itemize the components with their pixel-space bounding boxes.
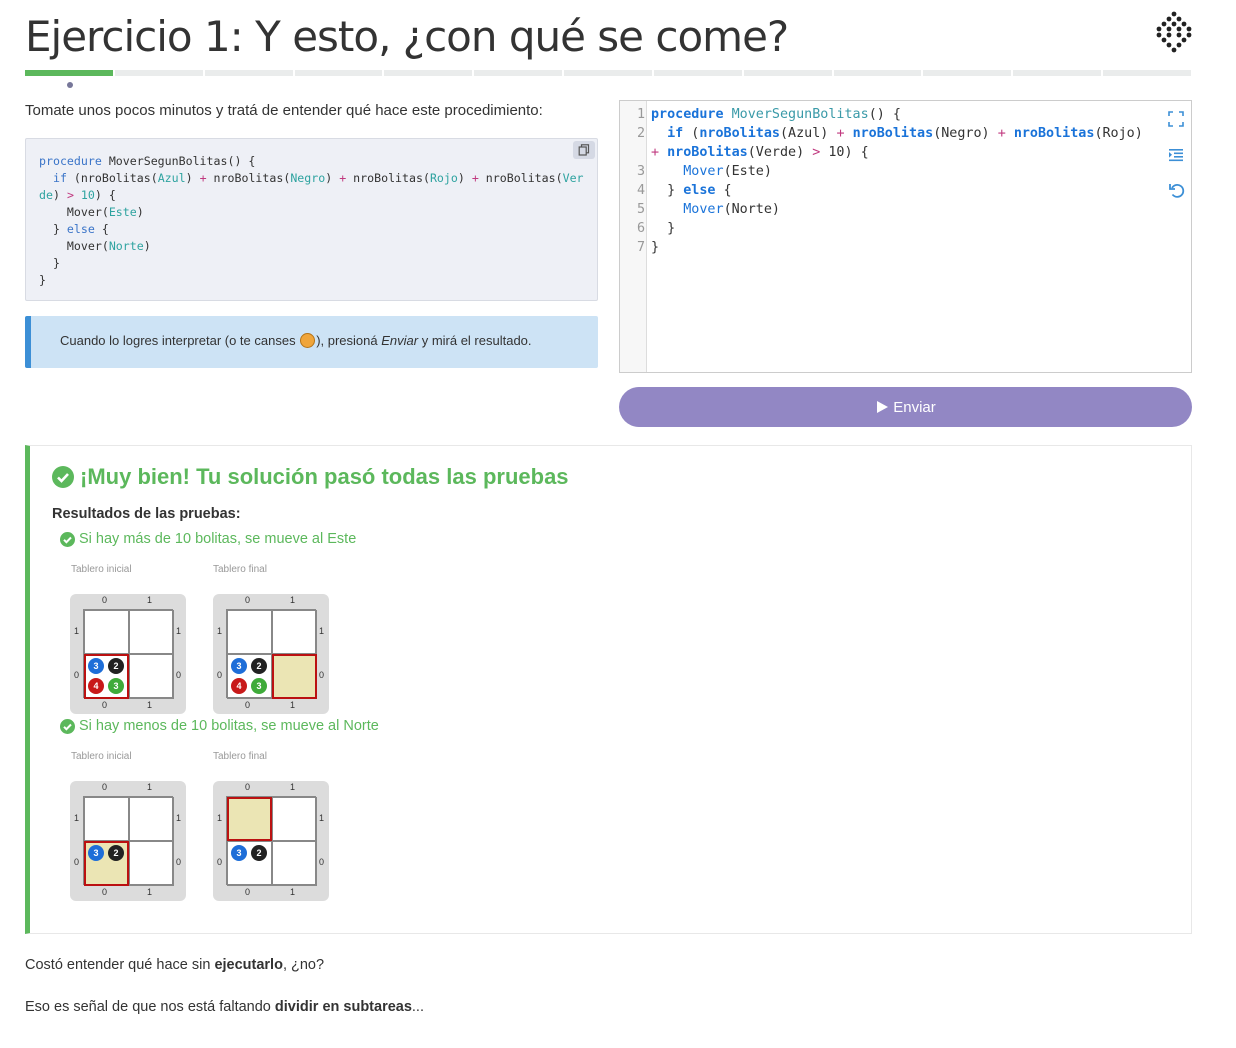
progress-step[interactable] [923, 70, 1012, 76]
result-title-text: ¡Muy bien! Tu solución pasó todas las pr… [80, 464, 569, 489]
test-1-final-board: 01 10 10 01 3 2 4 3 [213, 594, 329, 714]
progress-step[interactable] [114, 70, 203, 76]
intro-text: Tomate unos pocos minutos y tratá de ent… [25, 102, 543, 119]
ball-azul: 3 [231, 845, 247, 861]
line-number: 5 [636, 202, 645, 217]
editor-line[interactable]: } else { [651, 183, 732, 198]
editor-line[interactable]: + nroBolitas(Verde) > 10) { [651, 145, 869, 160]
progress-step[interactable] [474, 70, 563, 76]
progress-step[interactable] [384, 70, 473, 76]
footer-paragraph-2: Eso es señal de que nos está faltando di… [25, 999, 424, 1015]
test-2-title-text: Si hay menos de 10 bolitas, se mueve al … [79, 718, 379, 734]
initial-board-label: Tablero inicial [71, 564, 132, 575]
board-cell [272, 610, 317, 654]
code-sample-line-1: MoverSegunBolitas() { [108, 154, 256, 168]
board-cell [227, 610, 272, 654]
indent-icon[interactable] [1168, 147, 1186, 165]
ball-verde: 3 [251, 678, 267, 694]
submit-label: Enviar [893, 398, 936, 416]
code-editor[interactable]: 1 2 3 4 5 6 7 procedure MoverSegunBolita… [619, 100, 1192, 373]
board-cell [84, 797, 129, 841]
editor-line[interactable]: Mover(Este) [651, 164, 772, 179]
check-circle-icon [60, 718, 75, 734]
test-1-title-text: Si hay más de 10 bolitas, se mueve al Es… [79, 531, 357, 547]
editor-line[interactable]: procedure MoverSegunBolitas() { [651, 107, 901, 122]
line-number: 6 [636, 221, 645, 236]
hint-box: Cuando lo logres interpretar (o te canse… [25, 316, 598, 368]
test-1-title: Si hay más de 10 bolitas, se mueve al Es… [60, 531, 356, 547]
ball-negro: 2 [251, 658, 267, 674]
test-2-initial-board: 01 10 10 01 3 2 [70, 781, 186, 901]
progress-step[interactable] [294, 70, 383, 76]
board-cell [129, 654, 174, 699]
progress-step[interactable] [1103, 70, 1191, 76]
board-cell [129, 841, 174, 886]
hint-text-middle: ), presioná [316, 333, 382, 348]
editor-line[interactable]: Mover(Norte) [651, 202, 780, 217]
board-cell: 3 2 4 3 [227, 654, 272, 699]
ball-verde: 3 [108, 678, 124, 694]
tongue-emoji-icon [300, 333, 316, 348]
progress-step[interactable] [564, 70, 652, 76]
line-number: 7 [636, 240, 645, 255]
footer-paragraph-1: Costó entender qué hace sin ejecutarlo, … [25, 957, 325, 973]
board-cell [272, 797, 317, 841]
progress-step[interactable] [1013, 70, 1102, 76]
check-circle-icon [60, 531, 75, 547]
ball-negro: 2 [251, 845, 267, 861]
current-step-indicator [67, 82, 73, 88]
board-cell [129, 610, 174, 654]
line-number: 3 [636, 164, 645, 179]
progress-bar [25, 70, 1191, 78]
hint-text-before: Cuando lo logres interpretar (o te canse… [60, 333, 300, 348]
ball-rojo: 4 [231, 678, 247, 694]
progress-step[interactable] [653, 70, 742, 76]
play-icon [877, 401, 889, 413]
line-number: 1 [636, 107, 645, 122]
progress-step[interactable] [743, 70, 832, 76]
line-number-gutter: 1 2 3 4 5 6 7 [620, 101, 647, 372]
board-cell [84, 610, 129, 654]
editor-line[interactable]: } [651, 240, 659, 255]
hint-text-after: y mirá el resultado. [418, 333, 532, 348]
board-cell-head [272, 654, 317, 699]
page-title: Ejercicio 1: Y esto, ¿con qué se come? [25, 12, 789, 61]
final-board-label: Tablero final [213, 564, 267, 575]
test-2-final-board: 01 10 10 01 3 2 [213, 781, 329, 901]
board-cell-head: 3 2 [84, 841, 129, 886]
initial-board-label: Tablero inicial [71, 751, 132, 762]
result-title: ¡Muy bien! Tu solución pasó todas las pr… [52, 464, 569, 490]
editor-line[interactable]: if (nroBolitas(Azul) + nroBolitas(Negro)… [651, 126, 1143, 141]
ball-rojo: 4 [88, 678, 104, 694]
ball-azul: 3 [88, 658, 104, 674]
progress-step[interactable] [25, 70, 113, 76]
ball-azul: 3 [231, 658, 247, 674]
progress-step[interactable] [833, 70, 922, 76]
test-2-title: Si hay menos de 10 bolitas, se mueve al … [60, 718, 379, 734]
check-circle-icon [52, 466, 74, 488]
results-panel: ¡Muy bien! Tu solución pasó todas las pr… [25, 445, 1192, 934]
reset-icon[interactable] [1168, 182, 1186, 200]
results-subtitle: Resultados de las pruebas: [52, 506, 241, 522]
code-sample-text: procedure MoverSegunBolitas() { if (nroB… [39, 154, 584, 287]
board-cell-head [227, 797, 272, 841]
board-cell-head: 3 2 4 3 [84, 654, 129, 699]
ball-negro: 2 [108, 845, 124, 861]
line-number: 4 [636, 183, 645, 198]
progress-step[interactable] [204, 70, 293, 76]
code-sample: procedure MoverSegunBolitas() { if (nroB… [25, 138, 598, 301]
hint-emphasis: Enviar [381, 333, 419, 348]
submit-button[interactable]: Enviar [619, 387, 1192, 427]
test-1-initial-board: 01 10 10 01 3 2 4 3 [70, 594, 186, 714]
line-number: 2 [636, 126, 645, 141]
editor-line[interactable]: } [651, 221, 675, 236]
gobstones-logo-icon [1154, 10, 1194, 54]
ball-negro: 2 [108, 658, 124, 674]
board-cell [129, 797, 174, 841]
ball-azul: 3 [88, 845, 104, 861]
board-cell [272, 841, 317, 886]
board-cell: 3 2 [227, 841, 272, 886]
fullscreen-icon[interactable] [1168, 111, 1186, 129]
final-board-label: Tablero final [213, 751, 267, 762]
